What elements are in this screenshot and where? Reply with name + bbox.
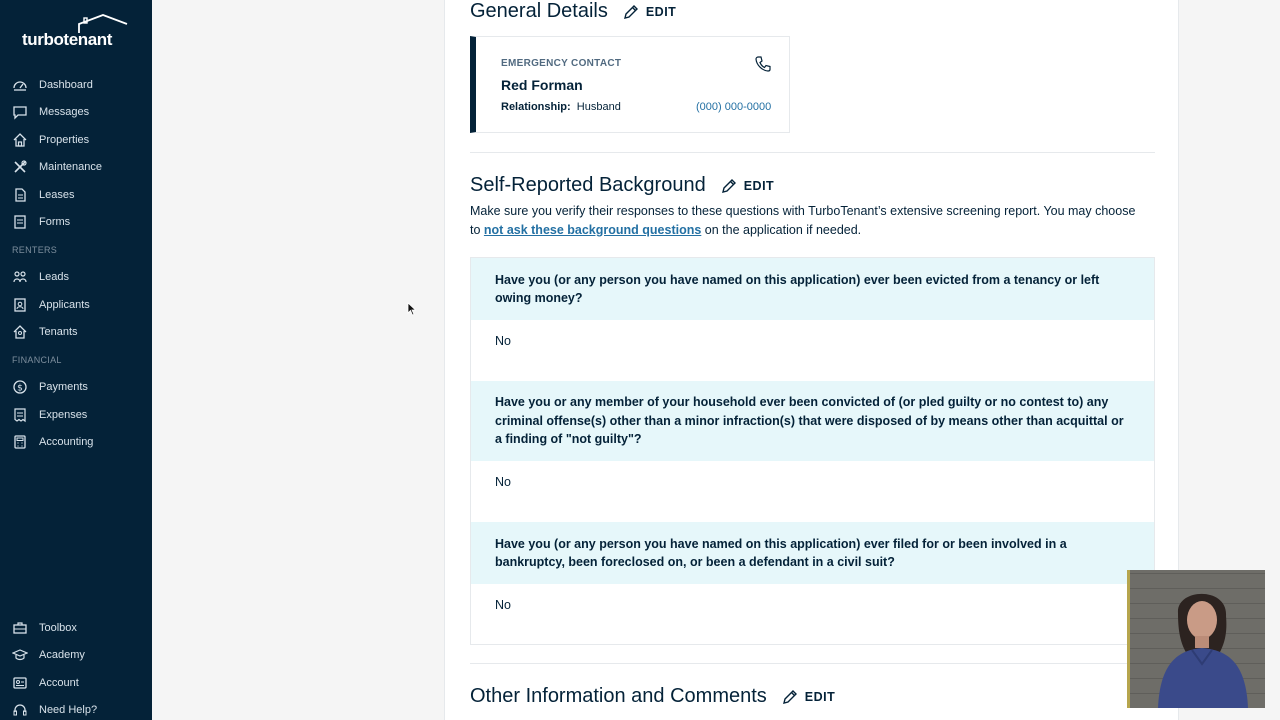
- sidebar-item-label: Payments: [39, 381, 88, 394]
- question-3: Have you (or any person you have named o…: [471, 522, 1154, 584]
- sidebar-item-need-help[interactable]: Need Help?: [0, 697, 152, 720]
- background-edit-button[interactable]: EDIT: [720, 177, 774, 195]
- pencil-icon: [623, 4, 638, 19]
- question-2: Have you or any member of your household…: [471, 381, 1154, 461]
- sidebar-item-forms[interactable]: Forms: [0, 209, 152, 237]
- intro-text-end: on the application if needed.: [701, 222, 862, 237]
- main-content: General Details EDIT EMERGENCY CONTACT R…: [444, 0, 1179, 720]
- edit-label: EDIT: [645, 4, 677, 19]
- answer-1: No: [495, 334, 511, 348]
- sidebar-item-account[interactable]: Account: [0, 669, 152, 697]
- account-icon: [13, 677, 27, 689]
- question-1: Have you (or any person you have named o…: [471, 258, 1154, 320]
- sidebar-item-label: Properties: [39, 133, 90, 146]
- edit-label: EDIT: [804, 689, 836, 704]
- phone-icon[interactable]: [754, 55, 772, 73]
- sidebar-item-label: Leads: [39, 271, 69, 284]
- other-info-edit-button[interactable]: EDIT: [781, 688, 835, 706]
- sidebar-item-label: Maintenance: [39, 161, 102, 174]
- sidebar-item-tenants[interactable]: Tenants: [0, 319, 152, 347]
- dashboard-icon: [13, 81, 27, 91]
- edit-label: EDIT: [743, 178, 775, 193]
- bottom-nav: Toolbox Academy Account Need Help?: [0, 614, 152, 720]
- sidebar-item-label: Dashboard: [39, 78, 93, 91]
- sidebar-item-maintenance[interactable]: Maintenance: [0, 154, 152, 182]
- properties-icon: [13, 132, 27, 147]
- sidebar-item-label: Forms: [39, 216, 71, 229]
- sidebar-item-label: Tenants: [39, 326, 78, 339]
- svg-text:$: $: [17, 384, 23, 394]
- relationship-row: Relationship: Husband: [501, 101, 621, 113]
- sidebar-item-label: Messages: [39, 106, 90, 119]
- other-info-header: Other Information and Comments EDIT: [470, 685, 835, 708]
- leads-icon: [13, 271, 27, 283]
- sidebar-item-label: Leases: [39, 188, 75, 201]
- general-details-edit-button[interactable]: EDIT: [622, 3, 676, 21]
- sidebar-item-applicants[interactable]: Applicants: [0, 291, 152, 319]
- mouse-cursor-icon: [407, 302, 417, 316]
- financial-section-header: FINANCIAL: [12, 354, 62, 365]
- presenter-video: [1127, 570, 1265, 708]
- expenses-icon: [14, 408, 26, 422]
- tenants-icon: [13, 325, 27, 339]
- emergency-contact-phone[interactable]: (000) 000-0000: [696, 101, 771, 113]
- answer-3: No: [495, 598, 511, 612]
- sidebar-item-payments[interactable]: $ Payments: [0, 374, 152, 402]
- sidebar-item-properties[interactable]: Properties: [0, 126, 152, 154]
- section-divider: [470, 152, 1155, 153]
- relationship-label: Relationship:: [501, 101, 571, 113]
- sidebar-item-label: Accounting: [39, 436, 94, 449]
- emergency-contact-label: EMERGENCY CONTACT: [501, 58, 622, 69]
- sidebar-item-leads[interactable]: Leads: [0, 264, 152, 292]
- toolbox-icon: [13, 622, 27, 634]
- renters-section-header: RENTERS: [12, 244, 58, 255]
- sidebar-item-accounting[interactable]: Accounting: [0, 429, 152, 457]
- academy-icon: [12, 649, 28, 661]
- presenter-image: [1158, 593, 1248, 708]
- other-info-title: Other Information and Comments: [470, 685, 767, 707]
- leases-icon: [15, 188, 26, 202]
- not-ask-questions-link[interactable]: not ask these background questions: [484, 223, 701, 237]
- maintenance-icon: [14, 160, 27, 173]
- pencil-icon: [782, 689, 797, 704]
- main-nav: Dashboard Messages Properties Maintenanc…: [0, 71, 152, 456]
- emergency-contact-name: Red Forman: [501, 77, 583, 93]
- logo-text: turbotenant: [22, 30, 113, 49]
- sidebar-item-label: Toolbox: [39, 621, 77, 634]
- messages-icon: [13, 106, 27, 120]
- sidebar-item-label: Applicants: [39, 298, 90, 311]
- section-divider: [470, 663, 1155, 664]
- emergency-contact-card: EMERGENCY CONTACT Red Forman Relationshi…: [470, 36, 790, 133]
- sidebar-item-dashboard[interactable]: Dashboard: [0, 71, 152, 99]
- accounting-icon: [14, 435, 26, 449]
- background-intro: Make sure you verify their responses to …: [470, 202, 1140, 239]
- background-questions: Have you (or any person you have named o…: [470, 257, 1155, 645]
- background-title: Self-Reported Background: [470, 174, 706, 196]
- turbotenant-logo[interactable]: turbotenant: [22, 14, 130, 50]
- sidebar-item-label: Account: [39, 676, 79, 689]
- sidebar-item-leases[interactable]: Leases: [0, 181, 152, 209]
- sidebar-item-toolbox[interactable]: Toolbox: [0, 614, 152, 642]
- general-details-title: General Details: [470, 0, 608, 22]
- sidebar-item-label: Expenses: [39, 408, 88, 421]
- sidebar-item-label: Academy: [39, 649, 85, 662]
- relationship-value: Husband: [576, 101, 621, 113]
- sidebar-item-academy[interactable]: Academy: [0, 642, 152, 670]
- sidebar-item-label: Need Help?: [39, 704, 98, 717]
- forms-icon: [14, 215, 26, 229]
- sidebar-item-messages[interactable]: Messages: [0, 99, 152, 127]
- payments-icon: $: [13, 380, 27, 394]
- sidebar: turbotenant Dashboard Messages Propertie…: [0, 0, 152, 720]
- background-header: Self-Reported Background EDIT: [470, 174, 774, 197]
- pencil-icon: [721, 178, 736, 193]
- applicants-icon: [14, 298, 26, 312]
- general-details-header: General Details EDIT: [470, 0, 676, 23]
- answer-2: No: [495, 475, 511, 489]
- help-icon: [13, 704, 27, 716]
- sidebar-item-expenses[interactable]: Expenses: [0, 401, 152, 429]
